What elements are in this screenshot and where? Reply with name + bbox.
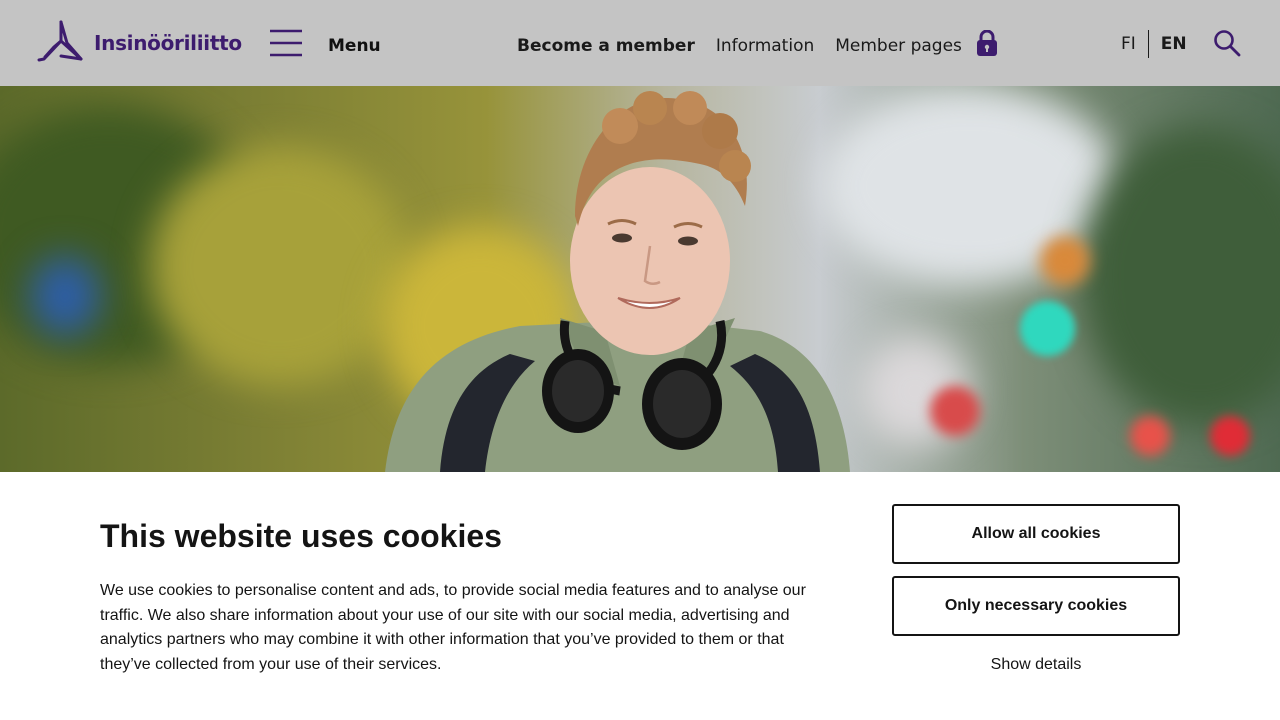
person-illustration [385,91,850,472]
menu-label: Menu [328,35,381,56]
hero-image [0,86,1280,472]
show-details-link[interactable]: Show details [892,656,1180,674]
search-button[interactable] [1213,29,1241,62]
language-divider [1147,30,1149,58]
lock-icon [976,29,998,61]
nav-information[interactable]: Information [716,36,814,56]
menu-button[interactable]: Menu [270,28,381,63]
language-fi[interactable]: FI [1121,34,1136,54]
site-header: Insinööriliitto Menu Become a member Inf… [0,0,1280,86]
site-logo[interactable]: Insinööriliitto [36,20,242,66]
cookie-banner-text: We use cookies to personalise content an… [100,582,806,674]
hamburger-icon [270,28,302,63]
language-en[interactable]: EN [1161,34,1187,54]
allow-all-cookies-button[interactable]: Allow all cookies [892,504,1180,564]
nav-member-pages[interactable]: Member pages [835,29,998,61]
nav-become-member[interactable]: Become a member [517,36,695,56]
search-icon [1213,30,1241,61]
language-switcher: FI EN [1121,30,1187,58]
insinooriliitto-logo-icon [36,19,86,68]
cookie-consent-banner: This website uses cookies We use cookies… [0,472,1280,720]
nav-member-pages-label: Member pages [835,35,962,56]
cookie-banner-title: This website uses cookies [100,518,502,554]
main-navigation: Become a member Information Member pages [517,29,998,61]
only-necessary-cookies-button[interactable]: Only necessary cookies [892,576,1180,636]
logo-text: Insinööriliitto [94,31,242,55]
